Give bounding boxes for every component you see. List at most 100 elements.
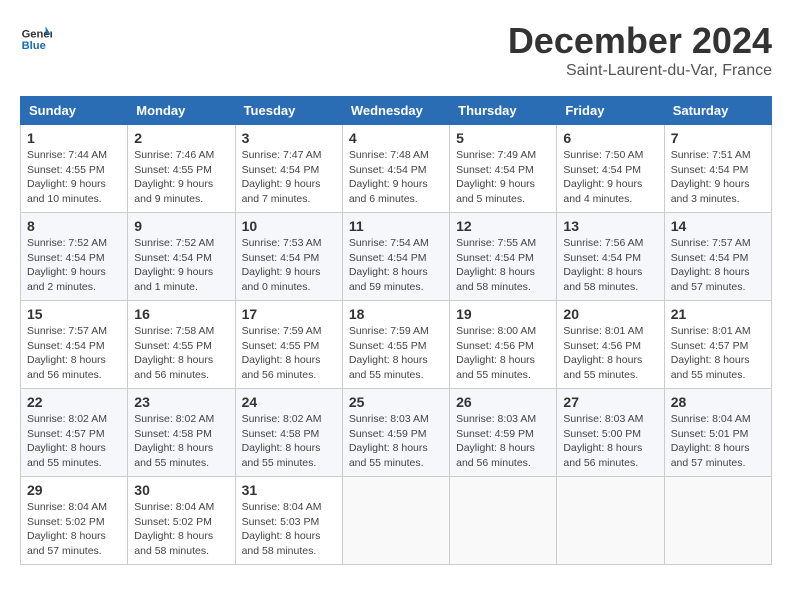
day-number: 25 xyxy=(349,394,443,410)
day-number: 30 xyxy=(134,482,228,498)
day-number: 20 xyxy=(563,306,657,322)
day-cell: 20 Sunrise: 8:01 AM Sunset: 4:56 PM Dayli… xyxy=(557,301,664,389)
day-number: 7 xyxy=(671,130,765,146)
week-row-3: 15Sunrise: 7:57 AM Sunset: 4:54 PM Dayli… xyxy=(21,301,772,389)
day-info: Sunrise: 7:59 AM Sunset: 4:55 PM Dayligh… xyxy=(242,324,336,383)
day-number: 11 xyxy=(349,218,443,234)
day-cell: 30 Sunrise: 8:04 AM Sunset: 5:02 PM Dayli… xyxy=(128,477,235,565)
day-number: 19 xyxy=(456,306,550,322)
day-number: 29 xyxy=(27,482,121,498)
day-number: 28 xyxy=(671,394,765,410)
day-cell: 14Sunrise: 7:57 AM Sunset: 4:54 PM Dayli… xyxy=(664,213,771,301)
day-number: 8 xyxy=(27,218,121,234)
day-number: 13 xyxy=(563,218,657,234)
location-title: Saint-Laurent-du-Var, France xyxy=(508,62,772,80)
day-number: 26 xyxy=(456,394,550,410)
day-cell: 18 Sunrise: 7:59 AM Sunset: 4:55 PM Dayli… xyxy=(342,301,449,389)
weekday-header-tuesday: Tuesday xyxy=(235,97,342,125)
title-area: December 2024 Saint-Laurent-du-Var, Fran… xyxy=(508,20,772,80)
day-cell: 27 Sunrise: 8:03 AM Sunset: 5:00 PM Dayli… xyxy=(557,389,664,477)
day-cell: 26 Sunrise: 8:03 AM Sunset: 4:59 PM Dayli… xyxy=(450,389,557,477)
day-cell: 3Sunrise: 7:47 AM Sunset: 4:54 PM Daylig… xyxy=(235,125,342,213)
day-cell: 4 Sunrise: 7:48 AM Sunset: 4:54 PM Daylig… xyxy=(342,125,449,213)
day-info: Sunrise: 7:55 AM Sunset: 4:54 PM Dayligh… xyxy=(456,236,550,295)
day-number: 14 xyxy=(671,218,765,234)
day-number: 21 xyxy=(671,306,765,322)
day-cell: 8 Sunrise: 7:52 AM Sunset: 4:54 PM Daylig… xyxy=(21,213,128,301)
day-info: Sunrise: 7:52 AM Sunset: 4:54 PM Dayligh… xyxy=(27,236,121,295)
week-row-1: 1Sunrise: 7:44 AM Sunset: 4:55 PM Daylig… xyxy=(21,125,772,213)
day-info: Sunrise: 7:48 AM Sunset: 4:54 PM Dayligh… xyxy=(349,148,443,207)
day-cell: 11Sunrise: 7:54 AM Sunset: 4:54 PM Dayli… xyxy=(342,213,449,301)
day-number: 4 xyxy=(349,130,443,146)
calendar: SundayMondayTuesdayWednesdayThursdayFrid… xyxy=(20,96,772,565)
day-cell xyxy=(557,477,664,565)
day-cell: 2 Sunrise: 7:46 AM Sunset: 4:55 PM Daylig… xyxy=(128,125,235,213)
day-info: Sunrise: 8:04 AM Sunset: 5:03 PM Dayligh… xyxy=(242,500,336,559)
day-info: Sunrise: 7:59 AM Sunset: 4:55 PM Dayligh… xyxy=(349,324,443,383)
day-info: Sunrise: 8:01 AM Sunset: 4:57 PM Dayligh… xyxy=(671,324,765,383)
day-cell: 23 Sunrise: 8:02 AM Sunset: 4:58 PM Dayli… xyxy=(128,389,235,477)
svg-text:Blue: Blue xyxy=(22,40,46,52)
day-number: 17 xyxy=(242,306,336,322)
day-cell: 1Sunrise: 7:44 AM Sunset: 4:55 PM Daylig… xyxy=(21,125,128,213)
day-cell: 13Sunrise: 7:56 AM Sunset: 4:54 PM Dayli… xyxy=(557,213,664,301)
day-info: Sunrise: 8:03 AM Sunset: 4:59 PM Dayligh… xyxy=(349,412,443,471)
day-info: Sunrise: 8:00 AM Sunset: 4:56 PM Dayligh… xyxy=(456,324,550,383)
day-cell: 6 Sunrise: 7:50 AM Sunset: 4:54 PM Daylig… xyxy=(557,125,664,213)
day-cell: 5 Sunrise: 7:49 AM Sunset: 4:54 PM Daylig… xyxy=(450,125,557,213)
day-cell: 19 Sunrise: 8:00 AM Sunset: 4:56 PM Dayli… xyxy=(450,301,557,389)
header: General Blue December 2024 Saint-Laurent… xyxy=(20,20,772,80)
day-cell: 29Sunrise: 8:04 AM Sunset: 5:02 PM Dayli… xyxy=(21,477,128,565)
day-number: 2 xyxy=(134,130,228,146)
day-cell: 24Sunrise: 8:02 AM Sunset: 4:58 PM Dayli… xyxy=(235,389,342,477)
day-cell: 17 Sunrise: 7:59 AM Sunset: 4:55 PM Dayli… xyxy=(235,301,342,389)
day-number: 16 xyxy=(134,306,228,322)
day-number: 22 xyxy=(27,394,121,410)
day-cell: 9Sunrise: 7:52 AM Sunset: 4:54 PM Daylig… xyxy=(128,213,235,301)
day-info: Sunrise: 7:58 AM Sunset: 4:55 PM Dayligh… xyxy=(134,324,228,383)
weekday-header-row: SundayMondayTuesdayWednesdayThursdayFrid… xyxy=(21,97,772,125)
day-info: Sunrise: 7:50 AM Sunset: 4:54 PM Dayligh… xyxy=(563,148,657,207)
day-info: Sunrise: 8:04 AM Sunset: 5:02 PM Dayligh… xyxy=(134,500,228,559)
day-cell: 31 Sunrise: 8:04 AM Sunset: 5:03 PM Dayli… xyxy=(235,477,342,565)
week-row-5: 29 Sunrise: 8:04 AM Sunset: 5:02 PM Dayli… xyxy=(21,477,772,565)
day-number: 23 xyxy=(134,394,228,410)
day-info: Sunrise: 8:03 AM Sunset: 5:00 PM Dayligh… xyxy=(563,412,657,471)
day-info: Sunrise: 8:02 AM Sunset: 4:57 PM Dayligh… xyxy=(27,412,121,471)
day-info: Sunrise: 7:51 AM Sunset: 4:54 PM Dayligh… xyxy=(671,148,765,207)
day-number: 5 xyxy=(456,130,550,146)
day-info: Sunrise: 7:53 AM Sunset: 4:54 PM Dayligh… xyxy=(242,236,336,295)
weekday-header-friday: Friday xyxy=(557,97,664,125)
weekday-header-saturday: Saturday xyxy=(664,97,771,125)
day-info: Sunrise: 8:01 AM Sunset: 4:56 PM Dayligh… xyxy=(563,324,657,383)
day-cell: 12Sunrise: 7:55 AM Sunset: 4:54 PM Dayli… xyxy=(450,213,557,301)
day-cell: 21 Sunrise: 8:01 AM Sunset: 4:57 PM Dayli… xyxy=(664,301,771,389)
weekday-header-thursday: Thursday xyxy=(450,97,557,125)
day-info: Sunrise: 7:57 AM Sunset: 4:54 PM Dayligh… xyxy=(27,324,121,383)
day-info: Sunrise: 8:04 AM Sunset: 5:01 PM Dayligh… xyxy=(671,412,765,471)
day-number: 24 xyxy=(242,394,336,410)
day-number: 27 xyxy=(563,394,657,410)
logo-icon: General Blue xyxy=(20,20,52,52)
day-number: 6 xyxy=(563,130,657,146)
day-number: 18 xyxy=(349,306,443,322)
day-info: Sunrise: 7:46 AM Sunset: 4:55 PM Dayligh… xyxy=(134,148,228,207)
day-info: Sunrise: 7:47 AM Sunset: 4:54 PM Dayligh… xyxy=(242,148,336,207)
day-number: 31 xyxy=(242,482,336,498)
day-info: Sunrise: 7:52 AM Sunset: 4:54 PM Dayligh… xyxy=(134,236,228,295)
week-row-2: 8 Sunrise: 7:52 AM Sunset: 4:54 PM Daylig… xyxy=(21,213,772,301)
weekday-header-sunday: Sunday xyxy=(21,97,128,125)
day-cell xyxy=(664,477,771,565)
day-info: Sunrise: 8:02 AM Sunset: 4:58 PM Dayligh… xyxy=(134,412,228,471)
logo: General Blue xyxy=(20,20,52,52)
day-number: 10 xyxy=(242,218,336,234)
day-info: Sunrise: 7:49 AM Sunset: 4:54 PM Dayligh… xyxy=(456,148,550,207)
day-info: Sunrise: 8:03 AM Sunset: 4:59 PM Dayligh… xyxy=(456,412,550,471)
week-row-4: 22 Sunrise: 8:02 AM Sunset: 4:57 PM Dayli… xyxy=(21,389,772,477)
day-cell xyxy=(450,477,557,565)
day-cell: 25 Sunrise: 8:03 AM Sunset: 4:59 PM Dayli… xyxy=(342,389,449,477)
weekday-header-monday: Monday xyxy=(128,97,235,125)
day-cell: 15Sunrise: 7:57 AM Sunset: 4:54 PM Dayli… xyxy=(21,301,128,389)
day-cell: 16 Sunrise: 7:58 AM Sunset: 4:55 PM Dayli… xyxy=(128,301,235,389)
